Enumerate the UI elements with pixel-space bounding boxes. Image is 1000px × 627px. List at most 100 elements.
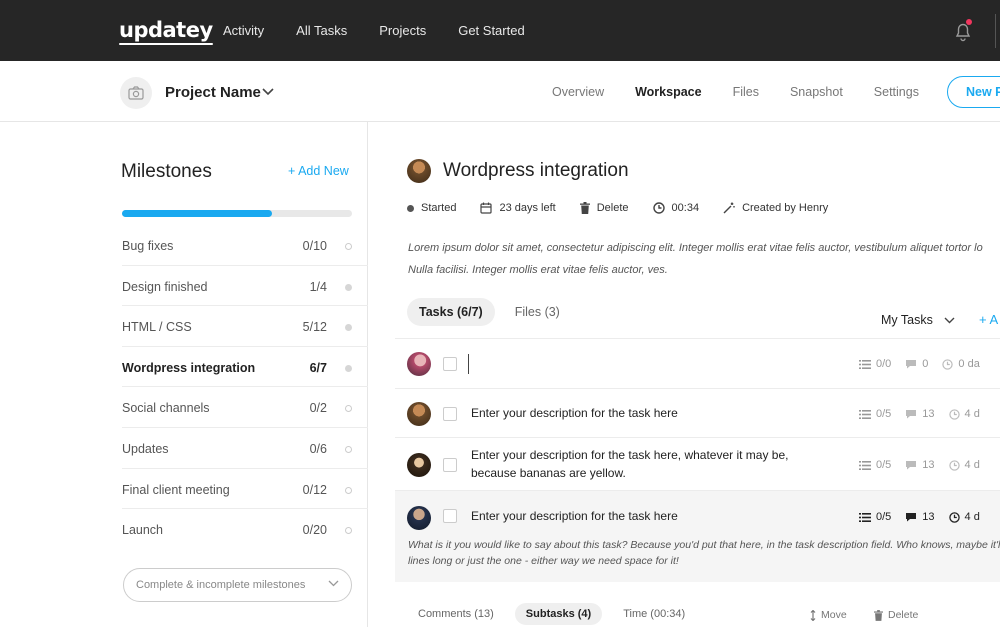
content-tabs: Tasks (6/7) Files (3): [407, 298, 580, 326]
task-stats: 0/5 13 4 d: [859, 408, 994, 420]
task-text[interactable]: Enter your description for the task here: [471, 507, 678, 525]
list-icon: [859, 359, 871, 369]
new-project-button[interactable]: New Pr: [947, 76, 1000, 108]
app-logo[interactable]: updatey: [119, 18, 213, 45]
task-text[interactable]: Enter your description for the task here…: [471, 446, 788, 482]
tab-snapshot[interactable]: Snapshot: [790, 85, 843, 99]
plus-icon: +: [288, 164, 299, 178]
subtask-count: 0/5: [859, 459, 891, 471]
clock-icon: [948, 511, 960, 523]
chevron-down-icon: [944, 317, 955, 324]
milestone-filter-select[interactable]: Complete & incomplete milestones: [123, 568, 352, 602]
nav-activity[interactable]: Activity: [223, 23, 264, 38]
days-remaining: 4 d: [948, 408, 980, 420]
task-checkbox[interactable]: [443, 357, 457, 371]
tab-files[interactable]: Files: [733, 85, 759, 99]
project-name[interactable]: Project Name: [165, 84, 261, 101]
milestone-count: 1/4: [309, 279, 327, 294]
milestones-title: Milestones: [121, 161, 212, 182]
delete-subtask-button[interactable]: Delete: [874, 609, 918, 621]
delete-task-button[interactable]: Delete: [579, 202, 629, 214]
tab-overview[interactable]: Overview: [552, 85, 604, 99]
comment-icon: [906, 410, 917, 419]
comment-count-value: 13: [922, 459, 935, 471]
task-row-expanded[interactable]: Enter your description for the task here…: [395, 490, 1000, 582]
milestone-name: Social channels: [122, 401, 210, 416]
milestone-name: Wordpress integration: [122, 360, 256, 375]
tab-files[interactable]: Files (3): [503, 298, 572, 326]
add-task-button[interactable]: + A: [979, 312, 998, 327]
milestone-filter-value: Complete & incomplete milestones: [136, 579, 306, 591]
description-line: Nulla facilisi. Integer mollis erat vita…: [408, 263, 668, 276]
comment-icon: [906, 360, 917, 369]
description-line: Lorem ipsum dolor sit amet, consectetur …: [408, 242, 983, 254]
move-arrows-icon: [810, 609, 816, 621]
milestone-item[interactable]: Wordpress integration 6/7: [122, 347, 368, 388]
milestone-item[interactable]: Final client meeting 0/12: [122, 469, 368, 510]
milestone-status-dot-icon: [345, 486, 352, 494]
project-photo-button[interactable]: [120, 77, 152, 109]
status-badge[interactable]: Started: [407, 202, 456, 214]
subtask-count-value: 0/5: [876, 408, 892, 420]
progress-fill: [122, 210, 272, 217]
main-nav: Activity All Tasks Projects Get Started: [223, 0, 557, 61]
time-tracked[interactable]: 00:34: [652, 202, 699, 214]
subtab-subtasks[interactable]: Subtasks (4): [514, 603, 603, 625]
assignee-avatar[interactable]: [407, 506, 431, 530]
trash-icon: [579, 202, 590, 214]
task-title: Wordpress integration: [443, 160, 629, 181]
topbar-divider: [995, 14, 996, 48]
tab-settings[interactable]: Settings: [874, 85, 919, 99]
subtab-time[interactable]: Time (00:34): [612, 603, 696, 625]
milestone-item[interactable]: Updates 0/6: [122, 428, 368, 469]
milestone-item[interactable]: Design finished 1/4: [122, 266, 368, 307]
delete-label: Delete: [888, 609, 919, 621]
milestone-item[interactable]: Launch 0/20: [122, 509, 368, 550]
project-tabs: Overview Workspace Files Snapshot Settin…: [552, 61, 950, 122]
milestone-item[interactable]: HTML / CSS 5/12: [122, 306, 368, 347]
subtab-comments[interactable]: Comments (13): [407, 603, 505, 625]
task-text-line: Enter your description for the task here…: [471, 448, 789, 462]
milestone-item[interactable]: Social channels 0/2: [122, 387, 368, 428]
clock-icon: [652, 202, 665, 214]
list-icon: [859, 460, 871, 470]
logo-underline: [119, 43, 213, 45]
task-owner-avatar[interactable]: [407, 159, 431, 183]
milestone-status-dot-icon: [345, 324, 352, 332]
days-value: 0 da: [958, 358, 980, 370]
list-icon: [859, 512, 871, 522]
task-meta: Started 23 days left Delete 00:34 Create…: [407, 202, 852, 214]
my-tasks-filter[interactable]: My Tasks: [881, 313, 955, 327]
assignee-avatar[interactable]: [407, 352, 431, 376]
trash-icon: [874, 609, 883, 621]
days-value: 4 d: [964, 459, 980, 471]
milestone-list: Bug fixes 0/10 Design finished 1/4 HTML / CS…: [122, 225, 368, 550]
nav-projects[interactable]: Projects: [379, 23, 426, 38]
milestone-status-dot-icon: [345, 243, 352, 250]
nav-all-tasks[interactable]: All Tasks: [296, 23, 347, 38]
tab-tasks[interactable]: Tasks (6/7): [407, 298, 495, 326]
project-header: Project Name Overview Workspace Files Sn…: [0, 61, 1000, 122]
move-task-button[interactable]: Move: [810, 609, 847, 621]
notifications-bell-icon[interactable]: [952, 19, 974, 42]
nav-get-started[interactable]: Get Started: [458, 23, 524, 38]
camera-icon: [128, 86, 144, 100]
days-remaining: 4 d: [948, 459, 980, 471]
tab-workspace[interactable]: Workspace: [635, 85, 701, 99]
assignee-avatar[interactable]: [407, 402, 431, 426]
comment-count-value: 0: [922, 358, 929, 370]
chevron-down-icon: [328, 580, 339, 587]
milestone-item[interactable]: Bug fixes 0/10: [122, 225, 368, 266]
task-row[interactable]: Enter your description for the task here…: [395, 437, 1000, 490]
add-milestone-button[interactable]: + Add New: [288, 164, 349, 178]
task-checkbox[interactable]: [443, 458, 457, 472]
due-date[interactable]: 23 days left: [480, 202, 556, 214]
assignee-avatar[interactable]: [407, 453, 431, 477]
task-checkbox[interactable]: [443, 407, 457, 421]
days-value: 4 d: [964, 408, 980, 420]
task-checkbox[interactable]: [443, 509, 457, 523]
task-text[interactable]: Enter your description for the task here: [471, 404, 678, 422]
new-task-input[interactable]: [468, 354, 768, 374]
chevron-down-icon[interactable]: [262, 88, 274, 96]
task-row[interactable]: Enter your description for the task here…: [395, 388, 1000, 437]
